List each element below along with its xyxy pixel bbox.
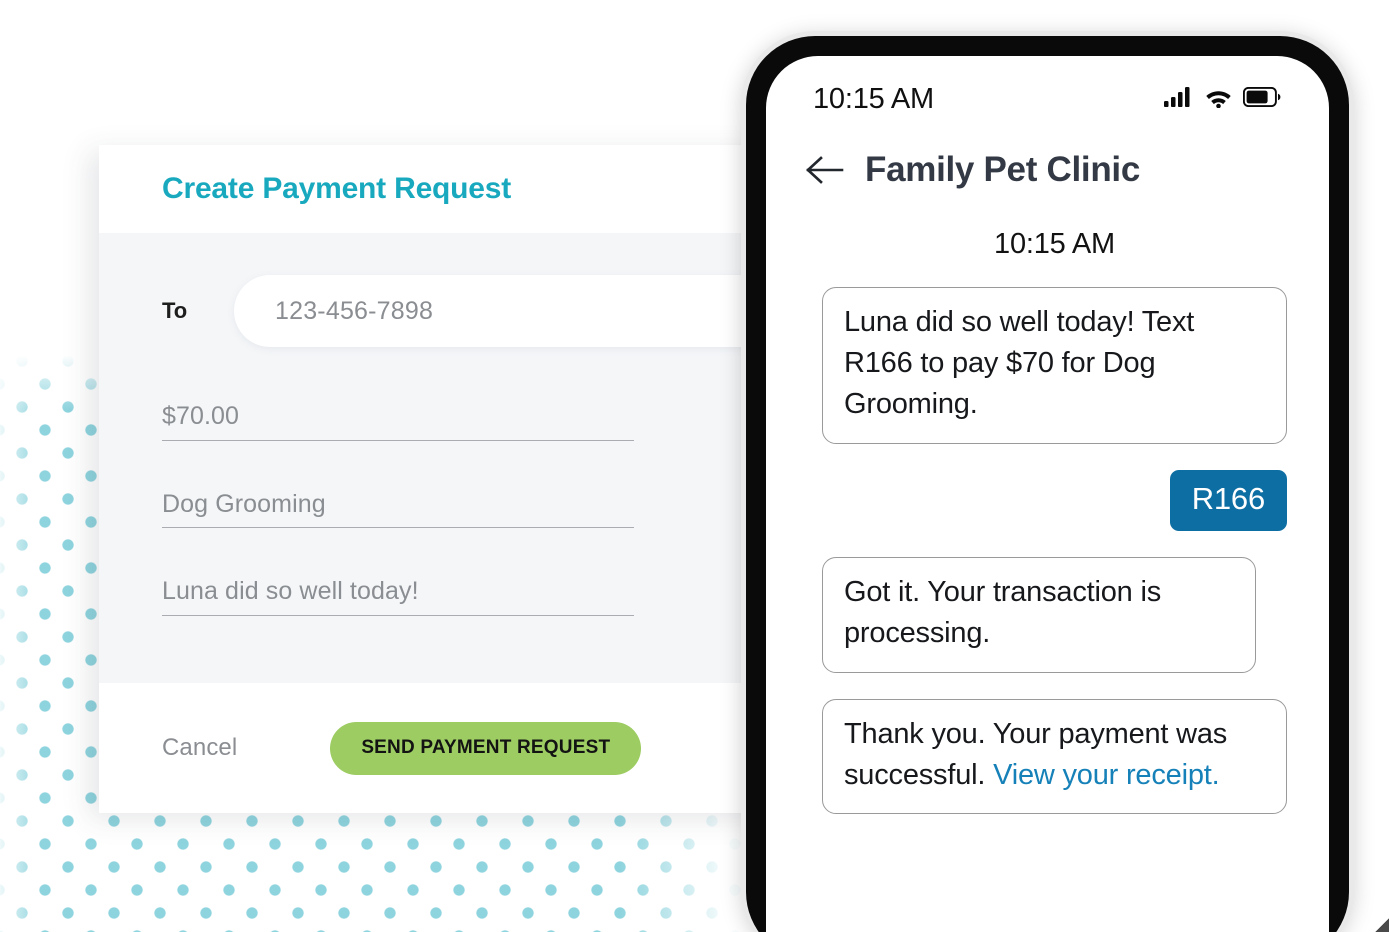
to-label: To (162, 298, 188, 323)
card-header: Create Payment Request (99, 145, 774, 233)
phone-mockup: 10:15 AM Family Pet Clinic 10:15 AM Luna… (741, 31, 1354, 932)
view-receipt-link[interactable]: View your receipt. (993, 759, 1220, 791)
recipient-field[interactable]: 123-456-7898 (234, 275, 774, 347)
message-row: Thank you. Your payment was successful. … (822, 698, 1287, 814)
recipient-value: 123-456-7898 (275, 296, 434, 325)
message-thread: 10:15 AM Luna did so well today! Text R1… (766, 190, 1329, 814)
conversation-title: Family Pet Clinic (865, 150, 1140, 189)
status-bar-time: 10:15 AM (813, 83, 934, 115)
note-value: Luna did so well today! (162, 577, 419, 605)
incoming-message-bubble: Got it. Your transaction is processing. (822, 557, 1256, 673)
create-payment-request-card: Create Payment Request To 123-456-7898 $… (99, 145, 774, 813)
cancel-button[interactable]: Cancel (162, 734, 237, 762)
incoming-message-bubble: Thank you. Your payment was successful. … (822, 698, 1287, 814)
amount-field[interactable]: $70.00 (162, 402, 634, 441)
back-arrow-icon[interactable] (806, 155, 844, 185)
cellular-signal-icon (1164, 86, 1194, 113)
conversation-header: Family Pet Clinic (766, 116, 1329, 190)
phone-screen: 10:15 AM Family Pet Clinic 10:15 AM Luna… (766, 56, 1329, 932)
page-title: Create Payment Request (162, 172, 512, 205)
to-row: To 123-456-7898 (162, 233, 774, 347)
message-row: Luna did so well today! Text R166 to pay… (822, 287, 1287, 444)
description-field[interactable]: Dog Grooming (162, 489, 634, 528)
wifi-icon (1205, 87, 1232, 113)
card-body: To 123-456-7898 $70.00 Dog Grooming Luna… (99, 233, 774, 683)
message-row: R166 (822, 469, 1287, 532)
card-footer: Cancel SEND PAYMENT REQUEST (99, 683, 774, 813)
amount-value: $70.00 (162, 402, 240, 430)
description-value: Dog Grooming (162, 489, 326, 518)
corner-resize-marker (1375, 918, 1389, 932)
send-payment-request-button[interactable]: SEND PAYMENT REQUEST (330, 721, 642, 775)
status-bar: 10:15 AM (766, 56, 1329, 116)
note-field[interactable]: Luna did so well today! (162, 577, 634, 616)
screenshot-root: Create Payment Request To 123-456-7898 $… (0, 0, 1389, 932)
thread-timestamp: 10:15 AM (994, 228, 1115, 260)
status-bar-icons (1164, 86, 1281, 113)
incoming-message-bubble: Luna did so well today! Text R166 to pay… (822, 287, 1287, 444)
battery-icon (1242, 86, 1281, 112)
dot-pattern-left-fade (0, 340, 40, 932)
outgoing-message-bubble: R166 (1169, 469, 1287, 532)
phone-bezel: 10:15 AM Family Pet Clinic 10:15 AM Luna… (746, 36, 1349, 932)
message-row: Got it. Your transaction is processing. (822, 557, 1287, 673)
